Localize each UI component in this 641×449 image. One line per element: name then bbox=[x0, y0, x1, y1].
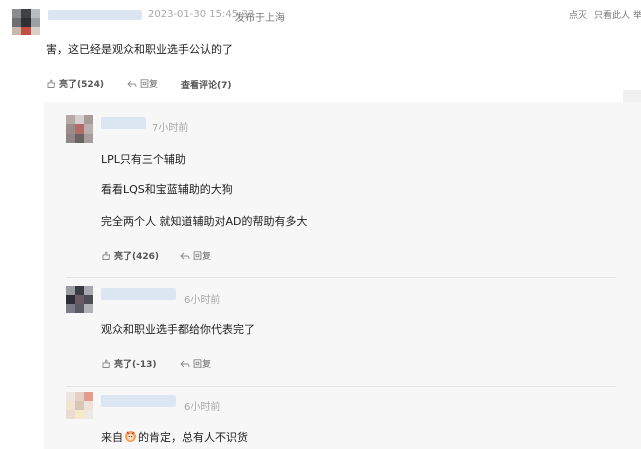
post-action-report[interactable]: 举 bbox=[633, 8, 641, 21]
reply-reply-button[interactable]: 回复 bbox=[180, 357, 211, 370]
post-location: 发布于上海 bbox=[235, 13, 285, 24]
reply-text-prefix: 来自 bbox=[101, 431, 123, 444]
replies-panel: 7小时前 LPL只有三个辅助 看看LQS和宝蓝辅助的大狗 完全两个人 就知道辅助… bbox=[44, 102, 641, 449]
reply-reply-label: 回复 bbox=[193, 252, 212, 262]
reply-text-line: 看看LQS和宝蓝辅助的大狗 bbox=[101, 183, 233, 196]
reply-text-line: 完全两个人 就知道辅助对AD的帮助有多大 bbox=[101, 215, 308, 228]
reply-divider bbox=[66, 386, 616, 387]
reply-like-button[interactable]: 亮了(426) bbox=[101, 249, 159, 262]
post-text: 害，这已经是观众和职业选手公认的了 bbox=[46, 43, 233, 56]
reply-text-suffix: 的肯定，总有人不识货 bbox=[138, 431, 248, 444]
reply-text-line: 观众和职业选手都给你代表完了 bbox=[101, 323, 255, 336]
avatar[interactable] bbox=[66, 392, 93, 419]
reply-like-label: 亮了(426) bbox=[114, 252, 160, 262]
reply-text: 来自 的肯定，总有人不识货 bbox=[101, 429, 248, 445]
username-blurred[interactable] bbox=[48, 10, 142, 20]
post-like-label: 亮了(524) bbox=[59, 80, 105, 90]
scroll-edge bbox=[623, 90, 641, 102]
thumbs-up-icon bbox=[47, 78, 56, 88]
post-reply-label: 回复 bbox=[140, 80, 159, 90]
reply-reply-button[interactable]: 回复 bbox=[180, 249, 211, 262]
reply-reply-label: 回复 bbox=[193, 360, 212, 370]
avatar[interactable] bbox=[66, 286, 93, 313]
reply-time: 7小时前 bbox=[152, 123, 189, 134]
reply-divider bbox=[66, 277, 616, 278]
reply-like-label: 亮了(-13) bbox=[114, 360, 157, 370]
post-card: 2023-01-30 15:45:33 发布于上海 点灭 只看此人 举 害，这已… bbox=[0, 0, 641, 449]
post-like-button[interactable]: 亮了(524) bbox=[46, 77, 104, 90]
thumbs-up-icon bbox=[102, 250, 111, 260]
avatar[interactable] bbox=[12, 9, 40, 35]
view-replies-button[interactable]: 查看评论(7) bbox=[181, 78, 232, 91]
username-blurred[interactable] bbox=[101, 288, 176, 300]
reply-text-line: LPL只有三个辅助 bbox=[101, 153, 186, 166]
reply-arrow-icon bbox=[180, 360, 190, 367]
thumbs-up-icon bbox=[102, 358, 111, 368]
avatar[interactable] bbox=[66, 115, 93, 143]
username-blurred[interactable] bbox=[101, 117, 146, 129]
reply-arrow-icon bbox=[180, 252, 190, 259]
emoji-icon bbox=[125, 431, 136, 442]
post-action-dislike[interactable]: 点灭 bbox=[569, 8, 587, 21]
post-reply-button[interactable]: 回复 bbox=[127, 77, 158, 90]
reply-like-button[interactable]: 亮了(-13) bbox=[101, 357, 157, 370]
reply-time: 6小时前 bbox=[184, 402, 221, 413]
username-blurred[interactable] bbox=[101, 395, 176, 407]
reply-arrow-icon bbox=[127, 80, 137, 87]
post-action-only-this-user[interactable]: 只看此人 bbox=[594, 8, 630, 21]
reply-time: 6小时前 bbox=[184, 295, 221, 306]
